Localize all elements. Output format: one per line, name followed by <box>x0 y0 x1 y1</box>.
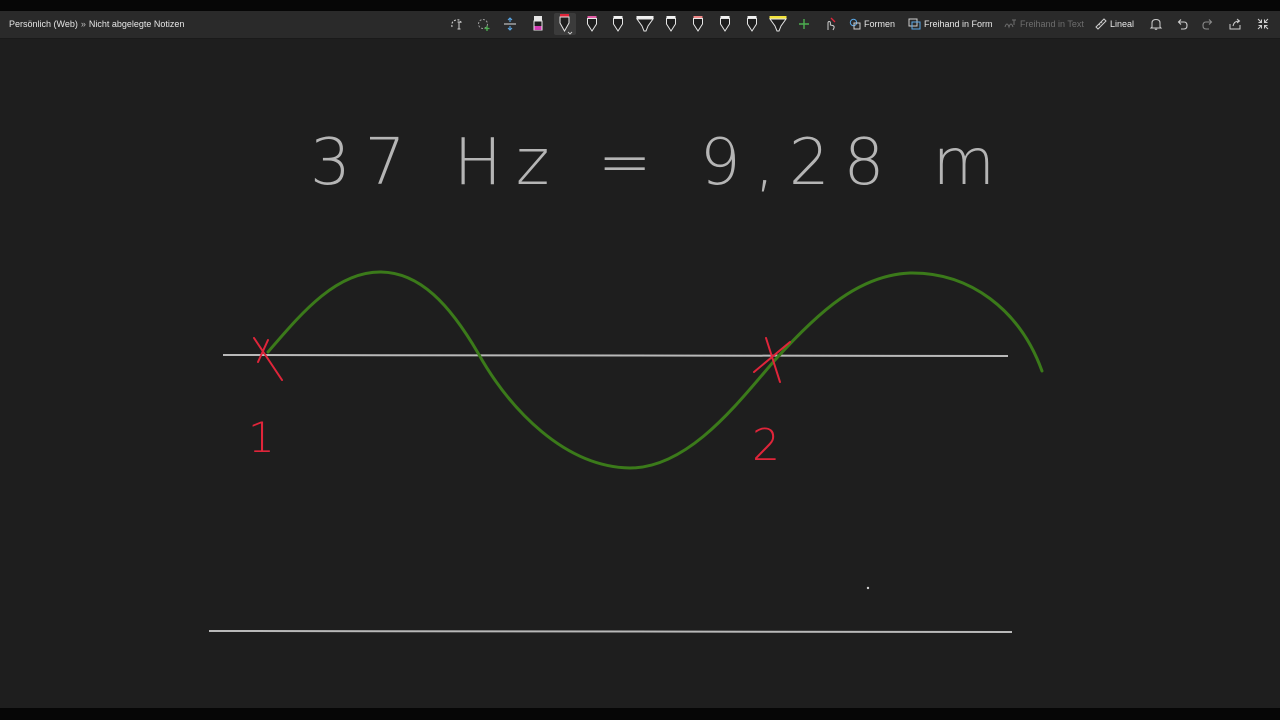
breadcrumb-section[interactable]: Nicht abgelegte Notizen <box>89 19 185 29</box>
lasso-select-button[interactable] <box>446 13 468 35</box>
pen-white-2-button[interactable] <box>660 13 682 35</box>
ruler-icon <box>1095 18 1107 30</box>
shapes-label: Formen <box>864 19 896 29</box>
window-bottom-strip <box>0 708 1280 720</box>
pen-salmon-icon <box>693 16 703 32</box>
pen-white-2-icon <box>666 16 676 32</box>
touch-draw-icon <box>827 17 836 31</box>
ink-to-text-icon <box>1004 19 1016 29</box>
undo-icon <box>1177 19 1188 30</box>
handwritten-label-1[interactable]: 1 <box>248 413 275 462</box>
notifications-button[interactable] <box>1145 13 1167 35</box>
pen-pink-button[interactable] <box>581 13 603 35</box>
page-canvas[interactable]: 37 Hz = 9,28 m 1 2 <box>0 39 1280 708</box>
share-button[interactable] <box>1224 13 1246 35</box>
add-pen-button[interactable] <box>793 13 815 35</box>
highlighter-yellow-icon <box>769 16 787 32</box>
axis-line-ink[interactable] <box>222 354 1009 357</box>
insert-space-icon <box>504 17 516 31</box>
pen-white-icon <box>613 16 623 32</box>
add-space-icon <box>478 19 490 31</box>
breadcrumb-separator: » <box>80 19 86 29</box>
pen-salmon-button[interactable] <box>687 13 709 35</box>
cross-mark-2[interactable] <box>753 337 791 383</box>
collapse-icon <box>1257 18 1269 30</box>
onenote-window: Persönlich (Web)» Nicht abgelegte Notizen <box>0 0 1280 720</box>
plus-icon <box>799 19 809 29</box>
breadcrumb[interactable]: Persönlich (Web)» Nicht abgelegte Notizen <box>9 19 184 29</box>
highlighter-white-button[interactable] <box>634 13 656 35</box>
draw-toolbar: Persönlich (Web)» Nicht abgelegte Notizen <box>0 11 1280 39</box>
redo-icon <box>1202 19 1213 30</box>
ink-to-shape-label: Freihand in Form <box>924 19 993 29</box>
redo-button[interactable] <box>1197 13 1219 35</box>
ink-dot[interactable] <box>866 586 870 590</box>
ink-to-text-button[interactable]: Freihand in Text <box>1004 16 1084 32</box>
pen-magenta-button[interactable] <box>527 13 549 35</box>
pen-white-4-icon <box>747 16 757 32</box>
ink-to-shape-icon <box>908 18 921 30</box>
ruler-label: Lineal <box>1110 19 1135 29</box>
lasso-select-icon <box>451 19 462 30</box>
shapes-icon <box>849 18 861 30</box>
pen-pink-icon <box>587 16 597 32</box>
pen-white-button[interactable] <box>607 13 629 35</box>
add-space-button[interactable] <box>473 13 495 35</box>
bell-icon <box>1149 18 1163 30</box>
pen-red-icon <box>559 14 573 35</box>
highlighter-white-icon <box>636 16 654 32</box>
draw-with-touch-button[interactable] <box>819 13 841 35</box>
window-top-strip <box>0 0 1280 11</box>
pen-white-4-button[interactable] <box>741 13 763 35</box>
ink-layer: 37 Hz = 9,28 m 1 2 <box>208 126 1044 633</box>
cross-mark-1[interactable] <box>253 337 283 381</box>
ink-to-text-label: Freihand in Text <box>1020 19 1084 29</box>
exit-fullscreen-button[interactable] <box>1252 13 1274 35</box>
highlighter-yellow-button[interactable] <box>767 13 789 35</box>
sine-wave-ink[interactable] <box>266 270 1044 470</box>
ruler-button[interactable]: Lineal <box>1095 16 1134 32</box>
shapes-button[interactable]: Formen <box>849 16 895 32</box>
insert-space-button[interactable] <box>499 13 521 35</box>
ink-to-shape-button[interactable]: Freihand in Form <box>908 16 993 32</box>
pen-white-3-icon <box>720 16 730 32</box>
handwritten-equation[interactable]: 37 Hz = 9,28 m <box>310 126 1009 200</box>
handwritten-label-2[interactable]: 2 <box>752 420 780 471</box>
pen-red-button[interactable] <box>554 13 576 35</box>
undo-button[interactable] <box>1171 13 1193 35</box>
share-icon <box>1229 18 1241 30</box>
breadcrumb-notebook[interactable]: Persönlich (Web) <box>9 19 78 29</box>
lower-line-ink[interactable] <box>208 630 1013 633</box>
pen-white-3-button[interactable] <box>714 13 736 35</box>
marker-magenta-icon <box>533 16 543 31</box>
